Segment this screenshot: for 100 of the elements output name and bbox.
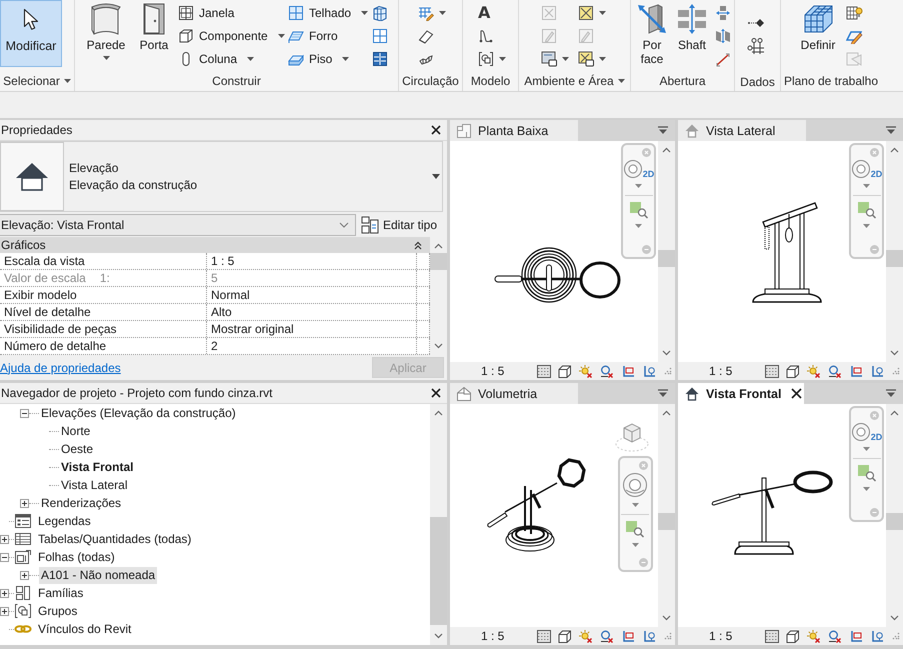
area-icon[interactable] (578, 4, 594, 20)
scroll-thumb[interactable] (430, 517, 447, 625)
tree-item[interactable]: A101 - Não nomeada (39, 566, 158, 584)
shadow-icon[interactable] (600, 630, 614, 642)
close-icon[interactable] (431, 388, 441, 398)
scrollbar[interactable] (658, 404, 675, 627)
view-menu-icon[interactable] (658, 126, 668, 135)
ceiling-button[interactable]: Forro (288, 24, 372, 47)
scrollbar[interactable] (886, 141, 903, 362)
modify-button[interactable]: Modificar (0, 0, 62, 67)
expand-icon[interactable] (20, 570, 29, 580)
instance-dropdown[interactable]: Elevação: Vista Frontal (0, 214, 356, 236)
group-icon[interactable] (478, 50, 494, 66)
door-button[interactable]: Porta (134, 0, 174, 52)
wheel-button[interactable] (622, 472, 648, 498)
by-face-button[interactable]: Por face (635, 0, 669, 66)
view-scale[interactable]: 1 : 5 (481, 364, 527, 378)
expand-icon[interactable] (0, 534, 9, 544)
tree-item[interactable]: Oeste (59, 440, 96, 458)
crop-region-icon[interactable] (870, 630, 884, 642)
scroll-thumb[interactable] (886, 250, 903, 267)
checker-icon[interactable] (537, 364, 551, 378)
grid-bulb-icon[interactable] (846, 4, 863, 20)
property-value[interactable]: 2 (211, 339, 218, 353)
model-text-button[interactable]: A (478, 4, 490, 22)
collapse-icon[interactable] (20, 408, 29, 418)
railing-icon[interactable] (418, 4, 434, 20)
floor-button[interactable]: Piso (288, 47, 372, 70)
crop-icon[interactable] (621, 364, 635, 378)
sun-icon[interactable] (807, 364, 821, 378)
zoom-icon[interactable] (628, 201, 648, 219)
wheel-button[interactable]: 2D (850, 159, 882, 179)
sun-icon[interactable] (579, 630, 593, 642)
set-button[interactable]: Definir (795, 0, 841, 52)
column-button[interactable]: Coluna (178, 47, 288, 70)
view-menu-icon[interactable] (658, 389, 668, 398)
vertical-opening-icon[interactable] (715, 28, 731, 44)
resize-grip-icon[interactable] (664, 632, 672, 640)
wheel-button[interactable]: 2D (850, 422, 882, 442)
zoom-icon[interactable] (625, 520, 645, 538)
crop-icon[interactable] (849, 630, 863, 642)
dormer-icon[interactable] (715, 50, 731, 66)
view-scale[interactable]: 1 : 5 (709, 364, 755, 378)
caret-icon[interactable] (342, 56, 350, 60)
expand-icon[interactable] (20, 498, 29, 508)
scroll-thumb[interactable] (658, 250, 675, 267)
tree-item[interactable]: Norte (59, 422, 92, 440)
property-value[interactable]: Alto (211, 305, 232, 319)
scroll-up-icon[interactable] (890, 410, 899, 416)
roof-button[interactable]: Telhado (288, 1, 372, 24)
caret-icon[interactable] (599, 56, 606, 60)
caret-icon[interactable] (599, 10, 606, 14)
tree-item[interactable]: Tabelas/Quantidades (todas) (36, 530, 194, 548)
resize-grip-icon[interactable] (664, 367, 672, 375)
tree-item[interactable]: Legendas (36, 512, 93, 530)
caret-icon[interactable] (278, 34, 285, 38)
view-menu-icon[interactable] (886, 389, 896, 398)
scrollbar[interactable] (430, 404, 447, 645)
scroll-thumb[interactable] (658, 513, 675, 530)
group-header[interactable]: Gráficos (0, 237, 430, 253)
scroll-thumb[interactable] (886, 513, 903, 530)
scrollbar[interactable] (886, 404, 903, 627)
expand-icon[interactable] (0, 588, 9, 598)
crop-icon[interactable] (849, 364, 863, 378)
close-icon[interactable] (791, 388, 802, 399)
zoom-icon[interactable] (856, 201, 876, 219)
type-selector[interactable]: Elevação Elevação da construção (0, 141, 443, 212)
checker-icon[interactable] (765, 630, 779, 642)
tree-item[interactable]: Elevações (Elevação da construção) (39, 404, 238, 422)
component-button[interactable]: Componente (178, 24, 288, 47)
shadow-icon[interactable] (828, 630, 842, 642)
model-line-icon[interactable] (478, 28, 494, 44)
scroll-down-icon[interactable] (662, 350, 671, 356)
crop-region-icon[interactable] (642, 364, 656, 378)
zoom-icon[interactable] (856, 464, 876, 482)
checker-icon[interactable] (765, 364, 779, 378)
caret-icon[interactable] (499, 56, 506, 60)
collapse-icon[interactable] (0, 552, 9, 562)
expand-icon[interactable] (0, 606, 9, 616)
checker-icon[interactable] (537, 630, 551, 642)
scroll-thumb[interactable] (430, 253, 447, 270)
tree-item[interactable]: Grupos (36, 602, 80, 620)
resize-grip-icon[interactable] (892, 632, 900, 640)
ramp-icon[interactable] (418, 28, 434, 44)
view-scale[interactable]: 1 : 5 (709, 629, 755, 643)
view-tab[interactable]: Vista Lateral (678, 120, 806, 141)
window-button[interactable]: Janela (178, 1, 288, 24)
caret-icon[interactable] (562, 56, 569, 60)
tree-item[interactable]: Vista Frontal (59, 458, 136, 476)
resize-grip-icon[interactable] (892, 367, 900, 375)
shadow-icon[interactable] (828, 364, 842, 378)
scroll-down-icon[interactable] (434, 343, 443, 349)
edit-type-button[interactable]: Editar tipo (361, 216, 438, 234)
crop-region-icon[interactable] (870, 364, 884, 378)
wheel-button[interactable]: 2D (622, 159, 654, 179)
tree-item[interactable]: Vínculos do Revit (36, 620, 134, 638)
property-value[interactable]: Normal (211, 288, 250, 302)
tree-item[interactable]: Renderizações (39, 494, 124, 512)
help-link[interactable]: Ajuda de propriedades (0, 360, 121, 374)
shadow-icon[interactable] (600, 364, 614, 378)
